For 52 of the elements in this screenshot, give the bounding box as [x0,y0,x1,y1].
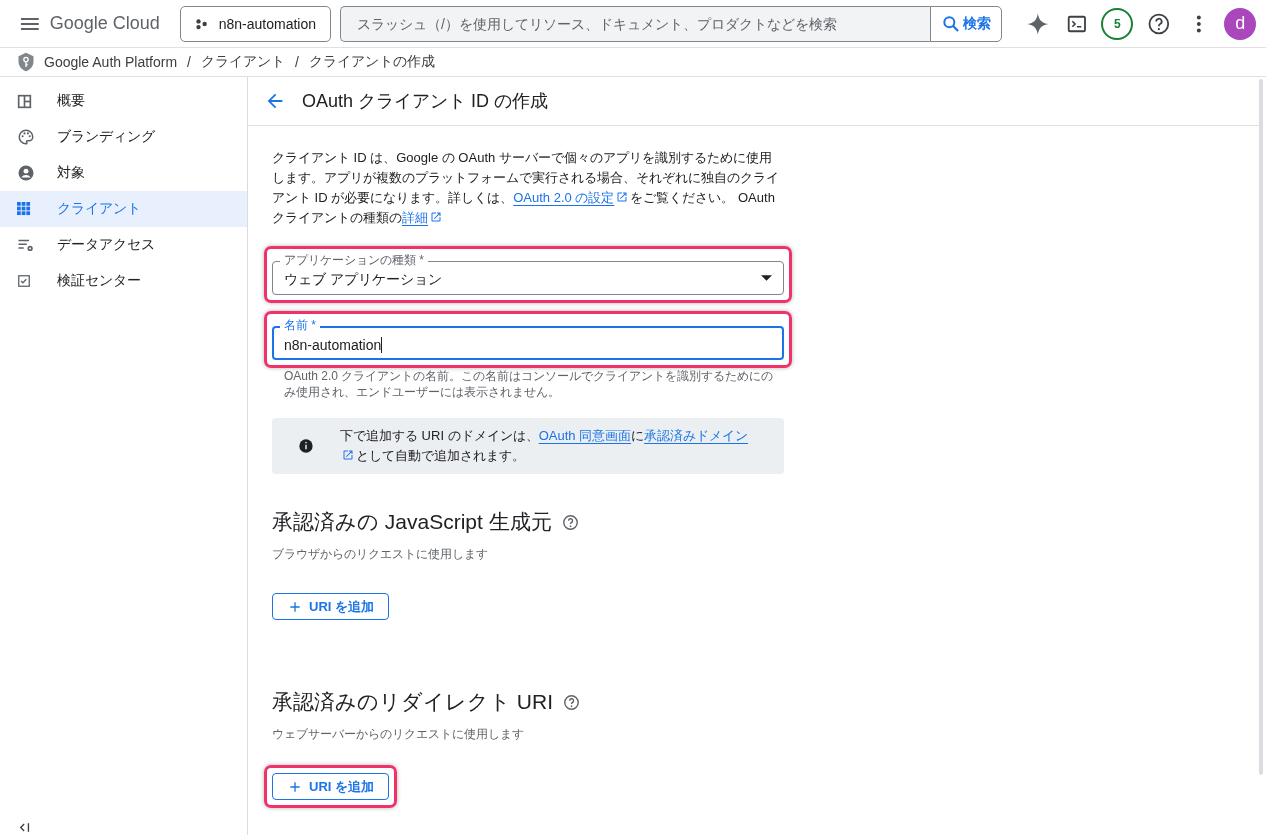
section-description: ブラウザからのリクエストに使用します [272,546,489,563]
dropdown-caret-icon [761,275,772,281]
sidebar-item[interactable]: 概要 [0,83,247,119]
breadcrumb-link[interactable]: Google Auth Platform [44,54,178,70]
intro-paragraph: クライアント ID は、Google の OAuth サーバーで個々のアプリを識別するために使用します。アプリが複数のプラットフォームで実行される場合、それぞれに独自のクライアント ID が必要になります。詳しくは、OAuth 2.0 の設定 をご覧ください。 OAuth クライアントの種類の詳細 [272,149,780,227]
notification-badge[interactable]: 5 [1101,7,1134,40]
page-title: OAuth クライアント ID の作成 [302,90,549,113]
search-button[interactable]: 検索 [930,5,1003,42]
search-field[interactable]: スラッシュ（/）を使用してリソース、ドキュメント、プロダクトなどを検索 [340,5,931,42]
info-icon [298,438,314,454]
sidebar-item[interactable]: ブランディング [0,119,247,155]
sidebar-item[interactable]: 検証センター [0,263,247,299]
checkbox-icon [17,274,31,288]
help-icon[interactable] [1147,11,1171,36]
section-description: ウェブサーバーからのリクエストに使用します [272,726,525,743]
palette-icon [17,128,35,146]
field-hint: OAuth 2.0 クライアントの名前。この名前はコンソールでクライアントを識別するためにのみ使用され、エンドユーザーには表示されません。 [284,368,775,400]
add-uri-button[interactable]: URI を追加 [272,593,389,620]
add-uri-button[interactable]: URI を追加 [272,773,389,800]
name-input-field[interactable]: 名前 * n8n-automation [272,319,784,360]
search-icon [941,13,962,34]
grid-icon [17,202,31,216]
shield-icon [16,51,36,73]
text-link[interactable]: 承認済みドメイン [644,428,749,443]
help-icon[interactable] [563,693,580,711]
breadcrumb-link[interactable]: クライアントの作成 [308,53,435,71]
external-link-icon [616,191,629,203]
project-picker[interactable]: n8n-automation [179,5,332,42]
user-avatar[interactable]: d [1224,7,1257,40]
application-type-dropdown[interactable]: アプリケーションの種類 * ウェブ アプリケーション [272,254,784,295]
section-heading: 承認済みの JavaScript 生成元 [272,509,552,535]
breadcrumb-separator: / [187,54,191,70]
sidebar-item[interactable]: データアクセス [0,227,247,263]
project-icon [194,16,209,31]
product-logo[interactable]: Google Cloud [49,13,160,34]
scrollbar[interactable] [1259,79,1263,775]
text-link[interactable]: OAuth 同意画面 [538,428,632,443]
text-link[interactable]: OAuth 2.0 の設定 [513,190,615,205]
help-icon[interactable] [561,513,579,531]
external-link-icon [342,449,354,461]
sidebar-item[interactable]: クライアント [0,191,247,227]
section-heading: 承認済みのリダイレクト URI [272,689,553,715]
person-icon [17,164,35,182]
text-link[interactable]: 詳細 [402,210,428,225]
external-link-icon [430,211,442,223]
info-text: 下で追加する URI のドメインは、OAuth 同意画面に承認済みドメイン として自動で追加されます。 [340,427,750,465]
breadcrumb-link[interactable]: クライアント [200,53,285,71]
breadcrumb-separator: / [294,54,299,70]
dashboard-icon [17,93,32,109]
sparkle-icon[interactable] [1026,11,1050,36]
collapse-sidebar-icon[interactable] [19,822,31,833]
sidebar-item[interactable]: 対象 [0,155,247,191]
